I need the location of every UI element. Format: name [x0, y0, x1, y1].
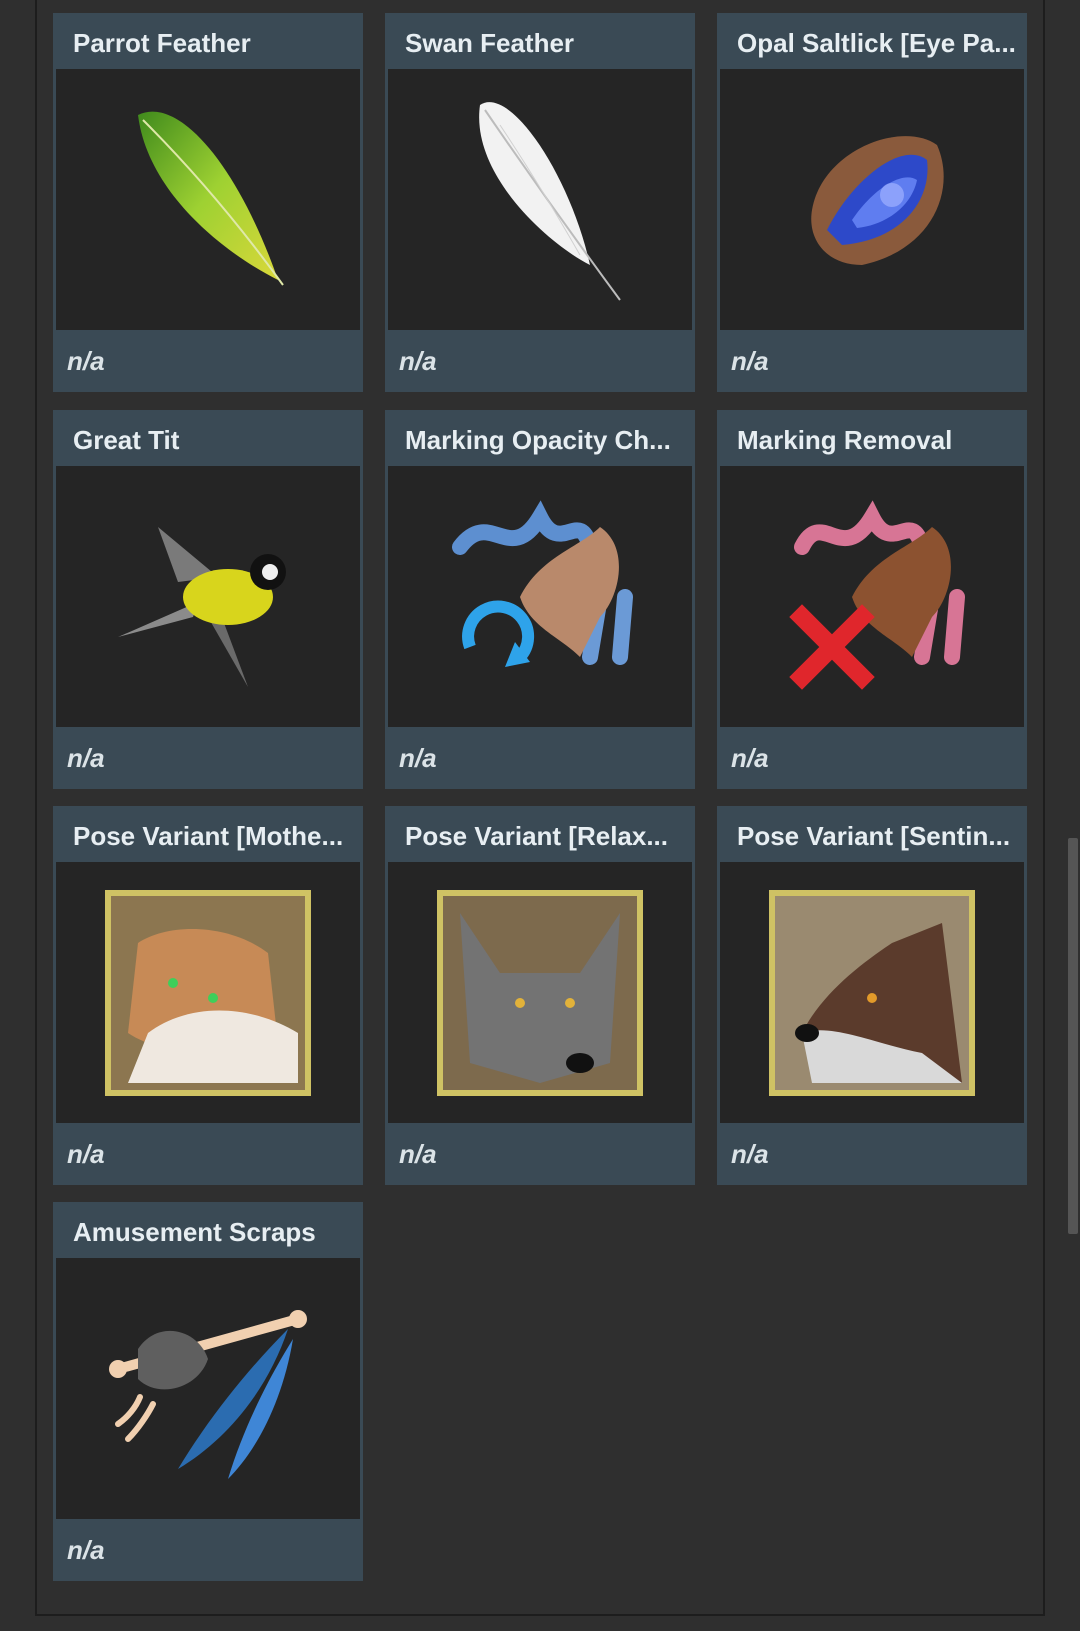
item-price: n/a	[399, 346, 437, 376]
pose-variant-mother-icon[interactable]	[56, 862, 360, 1123]
opal-saltlick-icon[interactable]	[720, 69, 1024, 330]
item-card-marking-removal[interactable]: Marking Removal n/a	[717, 410, 1027, 789]
item-card-swan-feather[interactable]: Swan Feather n/a	[385, 13, 695, 392]
item-price: n/a	[731, 1139, 769, 1169]
item-price: n/a	[731, 743, 769, 773]
item-card-amusement-scraps[interactable]: Amusement Scraps n/a	[53, 1202, 363, 1581]
item-price: n/a	[399, 743, 437, 773]
item-card-opal-saltlick[interactable]: Opal Saltlick [Eye Pa... n/a	[717, 13, 1027, 392]
item-price: n/a	[731, 346, 769, 376]
item-card-pose-variant-sentinel[interactable]: Pose Variant [Sentin... n/a	[717, 806, 1027, 1185]
item-card-parrot-feather[interactable]: Parrot Feather n/a	[53, 13, 363, 392]
scrollbar-track[interactable]	[1066, 0, 1080, 1631]
item-title: Great Tit	[73, 425, 180, 455]
item-title: Marking Removal	[737, 425, 953, 455]
item-card-pose-variant-mother[interactable]: Pose Variant [Mothe... n/a	[53, 806, 363, 1185]
item-card-pose-variant-relaxed[interactable]: Pose Variant [Relax... n/a	[385, 806, 695, 1185]
item-price: n/a	[67, 1139, 105, 1169]
item-price: n/a	[67, 1535, 105, 1565]
item-title: Pose Variant [Mothe...	[73, 821, 344, 851]
item-title: Pose Variant [Relax...	[405, 821, 669, 851]
item-title: Pose Variant [Sentin...	[737, 821, 1011, 851]
item-price: n/a	[67, 346, 105, 376]
parrot-feather-icon[interactable]	[56, 69, 360, 330]
marking-opacity-change-icon[interactable]	[388, 466, 692, 727]
item-price: n/a	[399, 1139, 437, 1169]
item-title: Opal Saltlick [Eye Pa...	[737, 28, 1016, 58]
amusement-scraps-icon[interactable]	[56, 1258, 360, 1519]
item-title: Parrot Feather	[73, 28, 251, 58]
item-card-marking-opacity-change[interactable]: Marking Opacity Ch... n/a	[385, 410, 695, 789]
item-price: n/a	[67, 743, 105, 773]
item-title: Amusement Scraps	[73, 1217, 316, 1247]
item-title: Marking Opacity Ch...	[405, 425, 671, 455]
swan-feather-icon[interactable]	[388, 69, 692, 330]
great-tit-bird-icon[interactable]	[56, 466, 360, 727]
item-card-great-tit[interactable]: Great Tit n/a	[53, 410, 363, 789]
pose-variant-relaxed-icon[interactable]	[388, 862, 692, 1123]
scrollbar-thumb[interactable]	[1068, 838, 1078, 1234]
item-title: Swan Feather	[405, 28, 575, 58]
marking-removal-icon[interactable]	[720, 466, 1024, 727]
pose-variant-sentinel-icon[interactable]	[720, 862, 1024, 1123]
